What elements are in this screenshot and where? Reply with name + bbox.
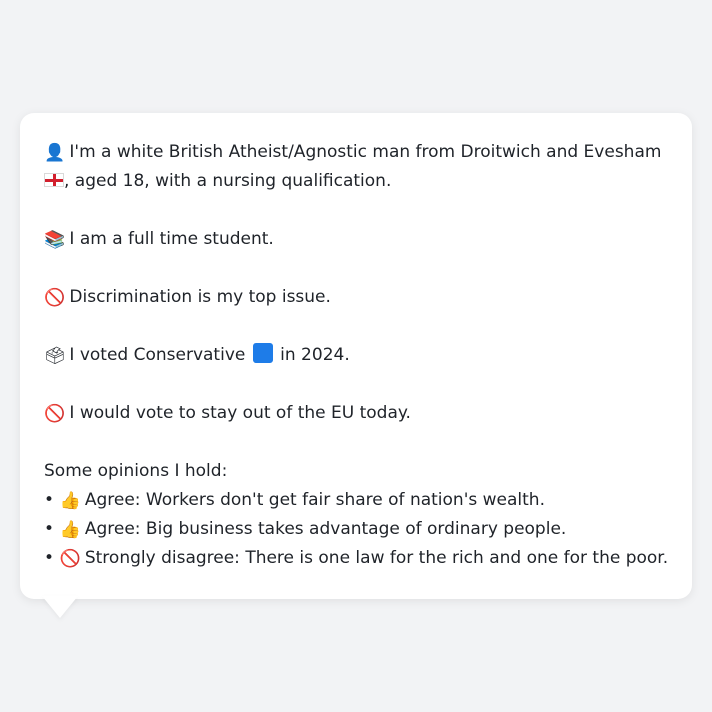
- opinion-text: Agree: Big business takes advantage of o…: [84, 519, 567, 539]
- top-issue-text: Discrimination is my top issue.: [69, 287, 331, 307]
- blue-square-icon: [252, 343, 273, 363]
- eu-paragraph: 🚫 I would vote to stay out of the EU tod…: [44, 399, 668, 428]
- opinion-text: Agree: Workers don't get fair share of n…: [84, 490, 545, 510]
- thumbs-up-icon: 👍: [59, 491, 81, 511]
- opinion-item: • 👍 Agree: Workers don't get fair share …: [44, 486, 668, 515]
- no-entry-icon: 🚫: [59, 549, 81, 569]
- bullet: •: [44, 490, 55, 510]
- vote-paragraph: 🗳 I voted Conservative in 2024.: [44, 341, 668, 370]
- bullet: •: [44, 548, 55, 568]
- occupation-paragraph: 📚 I am a full time student.: [44, 225, 668, 254]
- opinion-text: Strongly disagree: There is one law for …: [84, 548, 669, 568]
- no-entry-icon: 🚫: [44, 288, 66, 308]
- identity-text-continued: , aged 18, with a nursing qualification.: [64, 171, 392, 191]
- opinion-item: • 👍 Agree: Big business takes advantage …: [44, 515, 668, 544]
- ballot-box-icon: 🗳: [44, 346, 66, 366]
- opinion-item: • 🚫 Strongly disagree: There is one law …: [44, 544, 668, 573]
- vote-year-text: in 2024.: [280, 345, 350, 365]
- identity-text: I'm a white British Atheist/Agnostic man…: [69, 142, 662, 162]
- england-flag-icon: [44, 173, 64, 187]
- bullet: •: [44, 519, 55, 539]
- occupation-text: I am a full time student.: [69, 229, 274, 249]
- speech-bubble-tail: [42, 596, 78, 618]
- profile-speech-bubble: 👤 I'm a white British Atheist/Agnostic m…: [20, 113, 692, 599]
- top-issue-paragraph: 🚫 Discrimination is my top issue.: [44, 283, 668, 312]
- opinions-heading: Some opinions I hold:: [44, 461, 228, 481]
- thumbs-up-icon: 👍: [59, 520, 81, 540]
- bust-silhouette-icon: 👤: [44, 143, 66, 163]
- no-entry-icon: 🚫: [44, 404, 66, 424]
- opinions-section: Some opinions I hold: • 👍 Agree: Workers…: [44, 457, 668, 573]
- books-icon: 📚: [44, 230, 66, 250]
- eu-text: I would vote to stay out of the EU today…: [69, 403, 411, 423]
- identity-paragraph: 👤 I'm a white British Atheist/Agnostic m…: [44, 138, 668, 196]
- vote-text: I voted Conservative: [69, 345, 246, 365]
